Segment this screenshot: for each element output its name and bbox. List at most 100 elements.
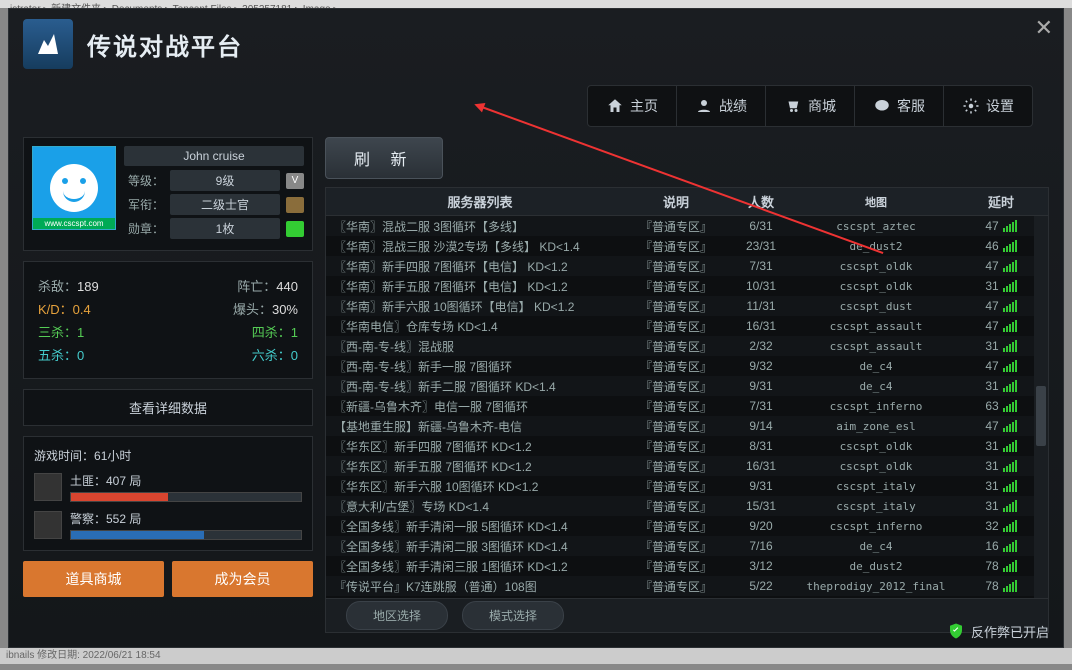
kill-value: 189: [77, 279, 99, 294]
kd-value: 0.4: [73, 302, 91, 317]
server-row[interactable]: 【基地重生服】新疆-乌鲁木齐-电信『普通专区』9/14aim_zone_esl4…: [326, 416, 1048, 436]
col-server[interactable]: 服务器列表: [326, 192, 626, 211]
signal-icon: [1003, 540, 1017, 552]
signal-icon: [1003, 300, 1017, 312]
server-row[interactable]: 〖华东区〗新手五服 7图循环 KD<1.2『普通专区』16/31cscspt_o…: [326, 456, 1048, 476]
server-row[interactable]: 『传说平台』K7连跳服（普通）108图『普通专区』5/22theprodigy_…: [326, 576, 1048, 596]
titlebar: 传说对战平台: [9, 9, 1063, 79]
item-shop-button[interactable]: 道具商城: [23, 561, 164, 597]
cell-ping: 78: [956, 559, 1046, 573]
role-row: 土匪：407 局: [34, 472, 302, 502]
server-row[interactable]: 〖华南〗新手四服 7图循环【电信】 KD<1.2『普通专区』7/31cscspt…: [326, 256, 1048, 276]
signal-icon: [1003, 500, 1017, 512]
table-header: 服务器列表 说明 人数 地图 延时: [326, 188, 1048, 216]
server-row[interactable]: 〖新疆-乌鲁木齐〗电信一服 7图循环『普通专区』7/31cscspt_infer…: [326, 396, 1048, 416]
cell-players: 7/31: [726, 399, 796, 413]
cell-name: 〖全国多线〗新手清闲三服 1图循环 KD<1.2: [326, 558, 626, 575]
vip-button[interactable]: 成为会员: [172, 561, 313, 597]
cell-ping: 46: [956, 239, 1046, 253]
scroll-thumb[interactable]: [1036, 386, 1046, 446]
cell-desc: 『普通专区』: [626, 438, 726, 455]
nav-settings[interactable]: 设置: [944, 86, 1032, 126]
close-icon[interactable]: ✕: [1035, 15, 1053, 41]
nav-label: 主页: [630, 96, 658, 116]
cell-players: 7/16: [726, 539, 796, 553]
cell-map: cscspt_italy: [796, 500, 956, 513]
region-select-button[interactable]: 地区选择: [346, 601, 448, 630]
cell-name: 〖西-南-专-线〗新手一服 7图循环: [326, 358, 626, 375]
mode-select-button[interactable]: 模式选择: [462, 601, 564, 630]
cell-name: 〖全国多线〗新手清闲一服 5图循环 KD<1.4: [326, 518, 626, 535]
cell-ping: 31: [956, 459, 1046, 473]
signal-icon: [1003, 520, 1017, 532]
col-ping[interactable]: 延时: [956, 192, 1046, 211]
cell-desc: 『普通专区』: [626, 498, 726, 515]
cell-ping: 31: [956, 479, 1046, 493]
anticheat-status: 反作弊已开启: [947, 621, 1049, 641]
scrollbar[interactable]: [1034, 216, 1048, 598]
cell-ping: 47: [956, 259, 1046, 273]
cell-name: 〖华东区〗新手六服 10图循环 KD<1.2: [326, 478, 626, 495]
app-window: ✕ 传说对战平台 主页 战绩 商城 客服 设置 www.cscspt.com J…: [8, 8, 1064, 648]
server-row[interactable]: 〖华东区〗新手四服 7图循环 KD<1.2『普通专区』8/31cscspt_ol…: [326, 436, 1048, 456]
cell-desc: 『普通专区』: [626, 458, 726, 475]
cell-ping: 31: [956, 439, 1046, 453]
signal-icon: [1003, 420, 1017, 432]
server-row[interactable]: 〖西-南-专-线〗新手一服 7图循环『普通专区』9/32de_c447: [326, 356, 1048, 376]
cell-ping: 32: [956, 519, 1046, 533]
server-row[interactable]: 〖全国多线〗新手清闲二服 3图循环 KD<1.4『普通专区』7/16de_c41…: [326, 536, 1048, 556]
cell-players: 8/31: [726, 439, 796, 453]
cell-players: 6/31: [726, 219, 796, 233]
nav-shop[interactable]: 商城: [766, 86, 855, 126]
app-logo: [23, 19, 73, 69]
nav-record[interactable]: 战绩: [677, 86, 766, 126]
cell-name: 〖华东区〗新手四服 7图循环 KD<1.2: [326, 438, 626, 455]
server-row[interactable]: 〖全国多线〗新手清闲一服 5图循环 KD<1.4『普通专区』9/20cscspt…: [326, 516, 1048, 536]
server-row[interactable]: 〖华东区〗新手六服 10图循环 KD<1.2『普通专区』9/31cscspt_i…: [326, 476, 1048, 496]
cell-map: cscspt_oldk: [796, 460, 956, 473]
cell-map: cscspt_oldk: [796, 440, 956, 453]
cell-ping: 31: [956, 379, 1046, 393]
col-map[interactable]: 地图: [796, 194, 956, 210]
col-players[interactable]: 人数: [726, 192, 796, 211]
cell-players: 9/31: [726, 379, 796, 393]
col-desc[interactable]: 说明: [626, 192, 726, 211]
cell-players: 9/32: [726, 359, 796, 373]
medal-value: 1枚: [170, 218, 280, 239]
server-row[interactable]: 〖西-南-专-线〗新手二服 7图循环 KD<1.4『普通专区』9/31de_c4…: [326, 376, 1048, 396]
server-row[interactable]: 〖西-南-专-线〗混战服『普通专区』2/32cscspt_assault31: [326, 336, 1048, 356]
role-icon: [34, 473, 62, 501]
gametime-value: 61小时: [94, 449, 131, 463]
fk-label: 五杀：: [38, 348, 77, 363]
cell-desc: 『普通专区』: [626, 398, 726, 415]
role-label: 警察：552 局: [70, 510, 302, 527]
sk-value: 0: [291, 348, 298, 363]
server-row[interactable]: 〖华南电信〗仓库专场 KD<1.4『普通专区』16/31cscspt_assau…: [326, 316, 1048, 336]
server-row[interactable]: 〖华南〗混战三服 沙漠2专场【多线】 KD<1.4『普通专区』23/31de_d…: [326, 236, 1048, 256]
nav-label: 设置: [986, 96, 1014, 116]
cell-map: de_c4: [796, 540, 956, 553]
cell-map: cscspt_assault: [796, 340, 956, 353]
rank-label: 军衔：: [124, 196, 164, 213]
detail-button[interactable]: 查看详细数据: [23, 389, 313, 426]
cell-desc: 『普通专区』: [626, 218, 726, 235]
cell-desc: 『普通专区』: [626, 518, 726, 535]
nav-support[interactable]: 客服: [855, 86, 944, 126]
nav-label: 商城: [808, 96, 836, 116]
server-row[interactable]: 〖全国多线〗新手清闲三服 1图循环 KD<1.2『普通专区』3/12de_dus…: [326, 556, 1048, 576]
cell-name: 〖华南〗混战三服 沙漠2专场【多线】 KD<1.4: [326, 238, 626, 255]
cell-desc: 『普通专区』: [626, 478, 726, 495]
server-row[interactable]: 〖华南〗新手六服 10图循环【电信】 KD<1.2『普通专区』11/31cscs…: [326, 296, 1048, 316]
nav-home[interactable]: 主页: [588, 86, 677, 126]
medal-label: 勋章：: [124, 220, 164, 237]
signal-icon: [1003, 380, 1017, 392]
cell-ping: 47: [956, 419, 1046, 433]
server-row[interactable]: 〖华南〗新手五服 7图循环【电信】 KD<1.2『普通专区』10/31cscsp…: [326, 276, 1048, 296]
server-row[interactable]: 〖华南〗混战二服 3图循环【多线】『普通专区』6/31cscspt_aztec4…: [326, 216, 1048, 236]
signal-icon: [1003, 320, 1017, 332]
refresh-button[interactable]: 刷 新: [325, 137, 443, 179]
gametime-box: 游戏时间：61小时 土匪：407 局警察：552 局: [23, 436, 313, 551]
signal-icon: [1003, 360, 1017, 372]
server-row[interactable]: 〖意大利/古堡〗专场 KD<1.4『普通专区』15/31cscspt_italy…: [326, 496, 1048, 516]
kd-label: K/D：: [38, 302, 73, 317]
